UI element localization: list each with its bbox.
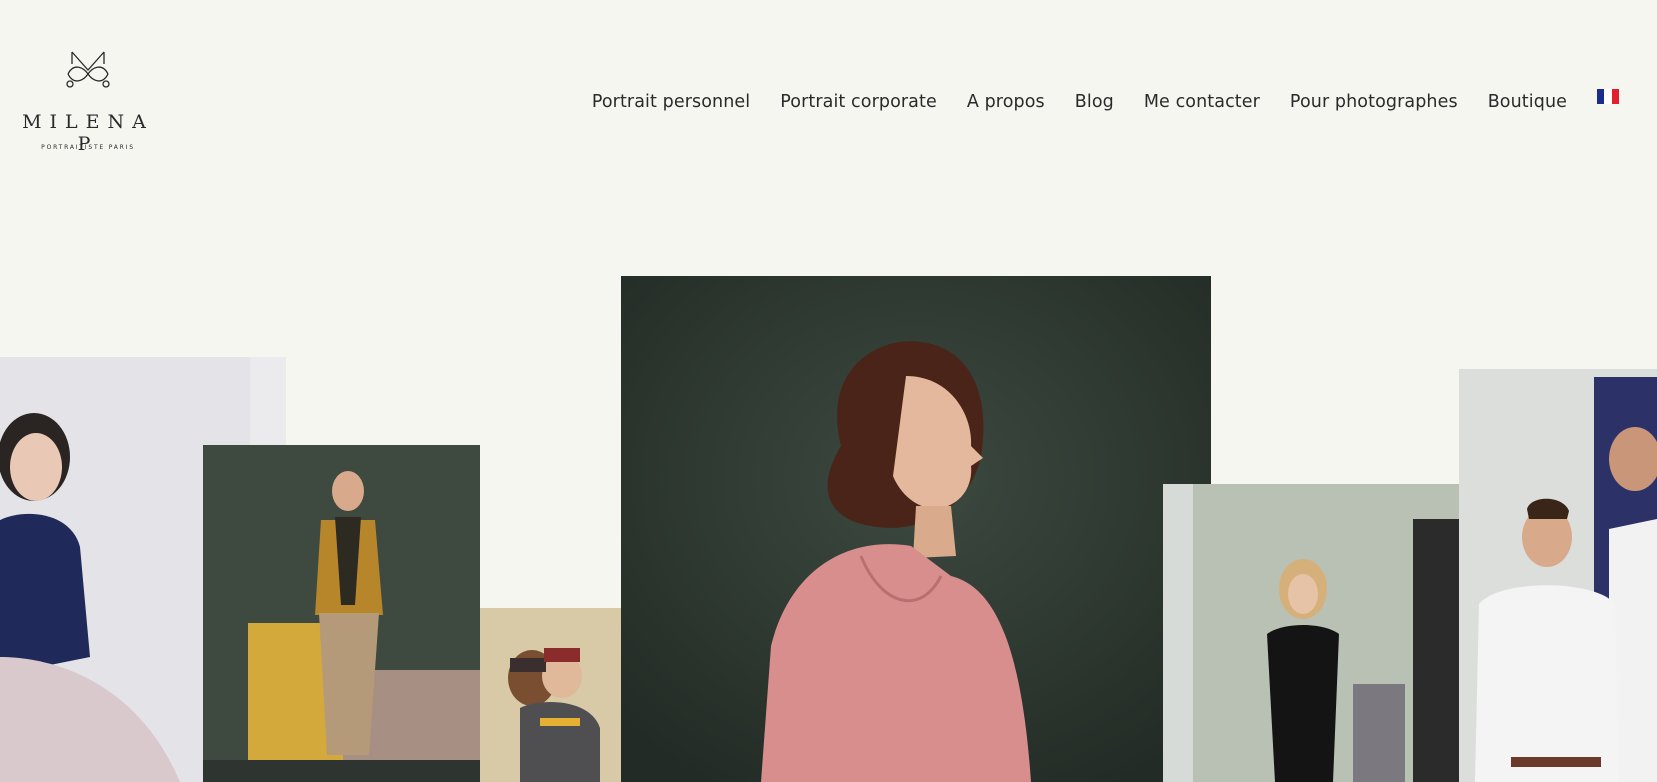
- nav-me-contacter[interactable]: Me contacter: [1144, 92, 1260, 112]
- nav-boutique[interactable]: Boutique: [1488, 92, 1567, 112]
- french-flag-icon[interactable]: [1597, 88, 1619, 104]
- brand-tagline: PORTRAITISTE PARIS: [41, 144, 135, 151]
- nav-blog[interactable]: Blog: [1075, 92, 1114, 112]
- site-logo[interactable]: MILENA P PORTRAITISTE PARIS: [20, 48, 156, 155]
- portrait-photo-woman-black-dress[interactable]: [1163, 484, 1459, 782]
- nav-portrait-corporate[interactable]: Portrait corporate: [780, 92, 937, 112]
- portrait-image: [1163, 484, 1459, 782]
- site-header: MILENA P PORTRAITISTE PARIS Portrait per…: [0, 0, 1657, 200]
- nav-portrait-personnel[interactable]: Portrait personnel: [592, 92, 750, 112]
- main-navigation: Portrait personnel Portrait corporate A …: [592, 88, 1619, 112]
- portrait-photo-two-men[interactable]: [1459, 369, 1657, 782]
- portrait-image: [621, 276, 1211, 782]
- logo-monogram-icon: [66, 51, 110, 88]
- portrait-image: [1459, 369, 1657, 782]
- portrait-image: [203, 445, 480, 782]
- nav-a-propos[interactable]: A propos: [967, 92, 1045, 112]
- nav-pour-photographes[interactable]: Pour photographes: [1290, 92, 1458, 112]
- portrait-photo-woman-profile[interactable]: [621, 276, 1211, 782]
- portrait-photo-man-plaid[interactable]: [203, 445, 480, 782]
